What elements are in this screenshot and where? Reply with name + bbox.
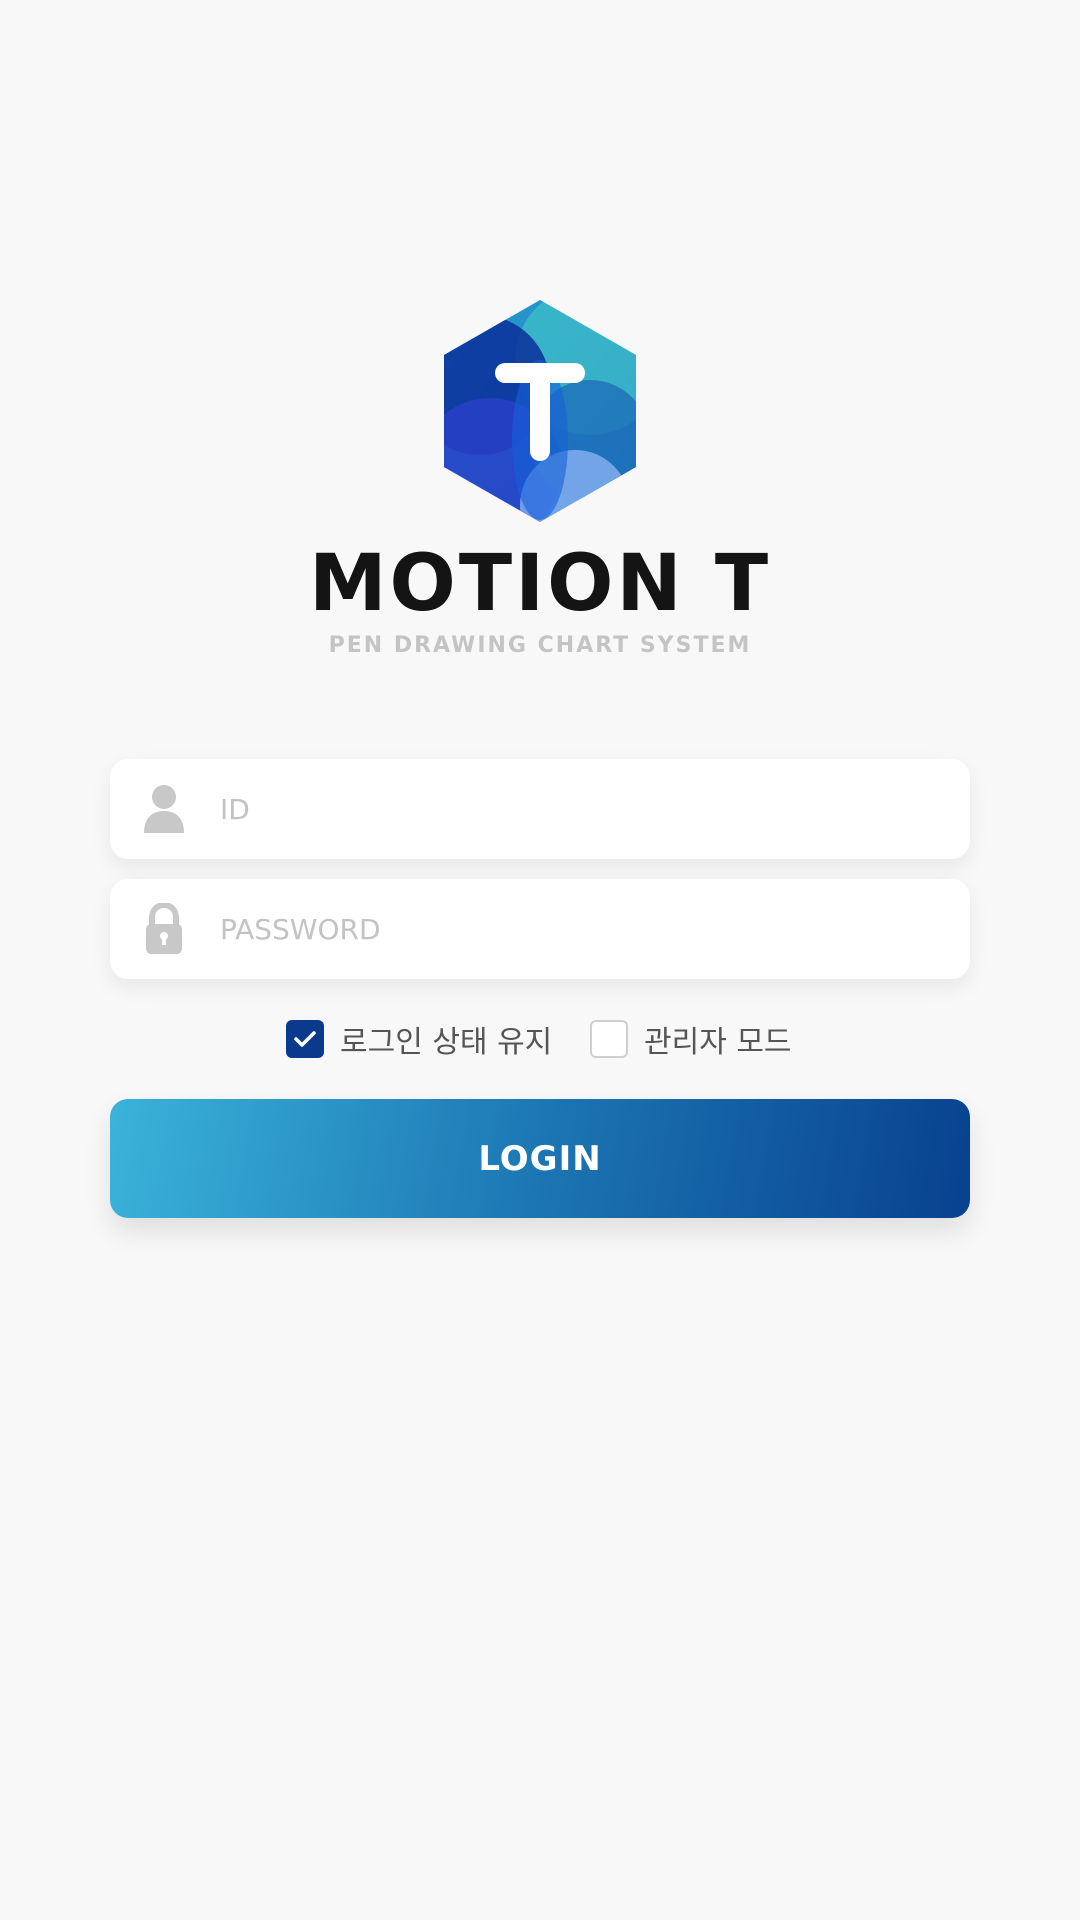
lock-icon	[146, 903, 182, 954]
login-button[interactable]: LOGIN	[110, 1099, 970, 1218]
password-field[interactable]	[110, 879, 970, 979]
user-icon	[144, 785, 184, 833]
app-title: MOTION T	[308, 539, 772, 629]
admin-mode-checkbox[interactable]	[590, 1020, 628, 1058]
id-input[interactable]	[220, 759, 940, 859]
admin-mode-option[interactable]: 관리자 모드	[590, 1018, 792, 1060]
keep-login-label: 로그인 상태 유지	[340, 1025, 553, 1060]
admin-mode-label: 관리자 모드	[644, 1025, 792, 1060]
logo-icon	[444, 300, 636, 522]
password-input[interactable]	[220, 879, 940, 979]
login-button-label: LOGIN	[478, 1138, 602, 1179]
keep-login-option[interactable]: 로그인 상태 유지	[286, 1018, 552, 1060]
app-subtitle: PEN DRAWING CHART SYSTEM	[328, 633, 752, 658]
id-field[interactable]	[110, 759, 970, 859]
keep-login-checkbox[interactable]	[286, 1020, 324, 1058]
checkmark-icon	[294, 1031, 316, 1047]
